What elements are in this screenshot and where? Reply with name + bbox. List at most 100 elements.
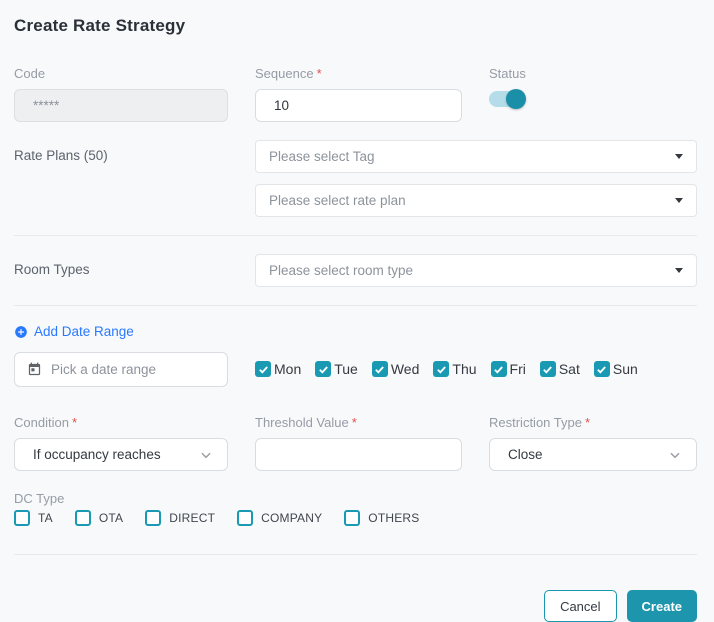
row-date-days: Pick a date range Mon Tue Wed Thu Fri Sat Sun	[14, 352, 697, 387]
dc-checkbox-company[interactable]	[237, 510, 253, 526]
chevron-down-icon	[668, 448, 682, 462]
row-condition: Condition* If occupancy reaches Threshol…	[14, 415, 697, 471]
row-code-sequence-status: Code Sequence* Status	[14, 66, 697, 122]
tag-select-placeholder: Please select Tag	[269, 149, 375, 164]
dropdown-caret-icon	[675, 154, 683, 159]
date-range-picker[interactable]: Pick a date range	[14, 352, 228, 387]
date-range-placeholder: Pick a date range	[51, 362, 156, 377]
condition-label: Condition	[14, 415, 69, 430]
day-label-sat: Sat	[559, 361, 580, 377]
status-field-group: Status	[489, 66, 697, 109]
day-checkbox-mon[interactable]	[255, 361, 271, 377]
footer-actions: Cancel Create	[14, 573, 697, 622]
rate-plans-label: Rate Plans (50)	[14, 140, 228, 163]
dc-checkbox-direct[interactable]	[145, 510, 161, 526]
dc-option-direct[interactable]: DIRECT	[145, 510, 215, 526]
day-checkbox-thu[interactable]	[433, 361, 449, 377]
dc-type-group: DC Type TA OTA DIRECT COMPANY OTHERS	[14, 491, 697, 526]
sequence-field[interactable]	[255, 89, 462, 122]
rate-plan-select[interactable]: Please select rate plan	[255, 184, 697, 217]
restriction-type-select[interactable]: Close	[489, 438, 697, 471]
sequence-label: Sequence	[255, 66, 314, 81]
restriction-field-group: Restriction Type* Close	[489, 415, 697, 471]
dc-checkbox-others[interactable]	[344, 510, 360, 526]
status-label: Status	[489, 66, 697, 81]
code-field	[14, 89, 228, 122]
day-option-fri[interactable]: Fri	[491, 361, 526, 377]
check-icon	[596, 364, 607, 375]
day-checkbox-sun[interactable]	[594, 361, 610, 377]
day-option-sun[interactable]: Sun	[594, 361, 638, 377]
dc-option-company[interactable]: COMPANY	[237, 510, 322, 526]
condition-select[interactable]: If occupancy reaches	[14, 438, 228, 471]
threshold-field-group: Threshold Value*	[255, 415, 462, 471]
code-field-group: Code	[14, 66, 228, 122]
dc-label-direct: DIRECT	[169, 511, 215, 525]
dc-label-company: COMPANY	[261, 511, 322, 525]
page-title: Create Rate Strategy	[14, 16, 697, 36]
toggle-knob	[506, 89, 526, 109]
dc-checkbox-ota[interactable]	[75, 510, 91, 526]
code-label: Code	[14, 66, 228, 81]
day-checkbox-tue[interactable]	[315, 361, 331, 377]
dc-option-ota[interactable]: OTA	[75, 510, 123, 526]
required-asterisk: *	[352, 415, 357, 430]
check-icon	[542, 364, 553, 375]
day-label-thu: Thu	[452, 361, 476, 377]
status-toggle[interactable]	[489, 89, 527, 109]
day-label-fri: Fri	[510, 361, 526, 377]
required-asterisk: *	[317, 66, 322, 81]
row-rate-plans: Rate Plans (50) Please select Tag Please…	[14, 140, 697, 217]
day-label-wed: Wed	[391, 361, 420, 377]
divider	[14, 235, 697, 236]
restriction-type-label: Restriction Type	[489, 415, 582, 430]
day-option-mon[interactable]: Mon	[255, 361, 301, 377]
threshold-label: Threshold Value	[255, 415, 349, 430]
check-icon	[318, 364, 329, 375]
days-row: Mon Tue Wed Thu Fri Sat Sun	[255, 352, 697, 377]
check-icon	[258, 364, 269, 375]
divider	[14, 554, 697, 555]
room-type-select-placeholder: Please select room type	[269, 263, 413, 278]
create-button[interactable]: Create	[627, 590, 697, 622]
day-label-mon: Mon	[274, 361, 301, 377]
dc-option-ta[interactable]: TA	[14, 510, 53, 526]
tag-select[interactable]: Please select Tag	[255, 140, 697, 173]
day-option-thu[interactable]: Thu	[433, 361, 476, 377]
room-types-label: Room Types	[14, 254, 228, 277]
condition-select-value: If occupancy reaches	[33, 447, 161, 462]
restriction-type-value: Close	[508, 447, 543, 462]
day-checkbox-fri[interactable]	[491, 361, 507, 377]
room-type-select[interactable]: Please select room type	[255, 254, 697, 287]
threshold-field[interactable]	[255, 438, 462, 471]
check-icon	[493, 364, 504, 375]
day-label-sun: Sun	[613, 361, 638, 377]
dc-label-ta: TA	[38, 511, 53, 525]
dc-checkbox-ta[interactable]	[14, 510, 30, 526]
plus-circle-icon	[14, 325, 28, 339]
dc-type-label: DC Type	[14, 491, 697, 506]
create-rate-strategy-form: Create Rate Strategy Code Sequence* Stat…	[0, 0, 714, 622]
dropdown-caret-icon	[675, 268, 683, 273]
day-option-sat[interactable]: Sat	[540, 361, 580, 377]
dc-option-others[interactable]: OTHERS	[344, 510, 419, 526]
condition-field-group: Condition* If occupancy reaches	[14, 415, 228, 471]
rate-plans-selects: Please select Tag Please select rate pla…	[255, 140, 697, 217]
day-checkbox-wed[interactable]	[372, 361, 388, 377]
rate-plan-select-placeholder: Please select rate plan	[269, 193, 406, 208]
required-asterisk: *	[585, 415, 590, 430]
chevron-down-icon	[199, 448, 213, 462]
add-date-range-link[interactable]: Add Date Range	[14, 324, 134, 339]
check-icon	[374, 364, 385, 375]
cancel-button[interactable]: Cancel	[544, 590, 616, 622]
sequence-field-group: Sequence*	[255, 66, 462, 122]
day-checkbox-sat[interactable]	[540, 361, 556, 377]
day-label-tue: Tue	[334, 361, 358, 377]
check-icon	[436, 364, 447, 375]
day-option-tue[interactable]: Tue	[315, 361, 358, 377]
required-asterisk: *	[72, 415, 77, 430]
row-room-types: Room Types Please select room type	[14, 254, 697, 287]
divider	[14, 305, 697, 306]
dropdown-caret-icon	[675, 198, 683, 203]
day-option-wed[interactable]: Wed	[372, 361, 420, 377]
